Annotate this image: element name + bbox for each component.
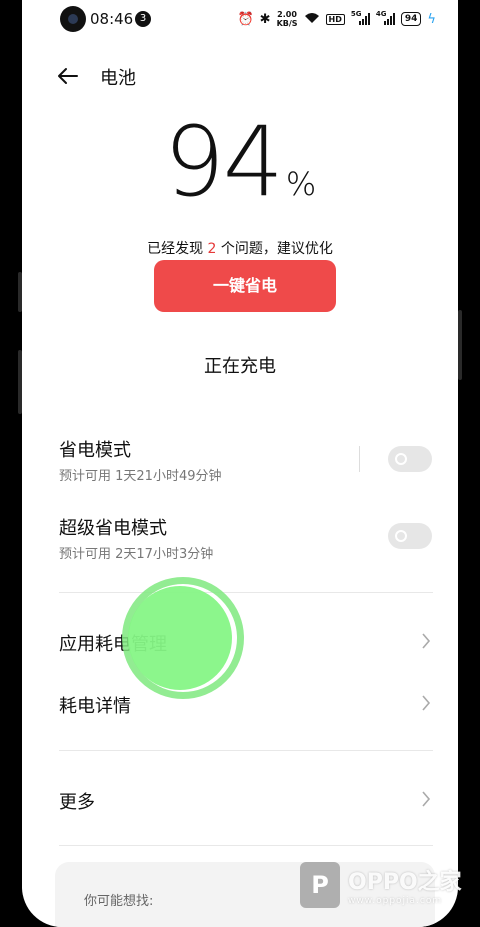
section-divider: [59, 592, 433, 593]
battery-settings-screen: 08:46 3 ⏰ ✱ 2.00 KB/S HD 5G 4G 94 ϟ 电池 9…: [22, 0, 458, 927]
toggle-knob: [395, 530, 407, 542]
watermark-text: OPPO之家 www.oppojia.com: [348, 864, 462, 906]
status-icons: ⏰ ✱ 2.00 KB/S HD 5G 4G 94 ϟ: [237, 8, 436, 30]
chevron-right-icon: [422, 791, 431, 807]
network-speed: 2.00 KB/S: [277, 10, 298, 28]
status-time: 08:46: [90, 10, 134, 28]
tap-indicator-dot: [128, 586, 232, 690]
super-power-saving-mode-title: 超级省电模式: [59, 518, 167, 539]
super-power-saving-mode-toggle[interactable]: [388, 523, 432, 549]
charging-status: 正在充电: [204, 356, 276, 377]
back-arrow-icon[interactable]: [56, 64, 80, 88]
power-saving-mode-toggle[interactable]: [388, 446, 432, 472]
power-button: [458, 310, 462, 380]
signal-sim1-icon: 5G: [350, 10, 370, 25]
network-speed-value: 2.00: [277, 10, 297, 19]
toggle-knob: [395, 453, 407, 465]
watermark-url: www.oppojia.com: [348, 896, 443, 906]
status-bar: 08:46 3 ⏰ ✱ 2.00 KB/S HD 5G 4G 94 ϟ: [22, 0, 458, 40]
issues-prefix: 已经发现: [147, 241, 208, 257]
watermark: P OPPO之家 www.oppojia.com: [300, 862, 462, 908]
more-item[interactable]: 更多: [59, 788, 95, 814]
battery-percentage-value: 94: [163, 106, 284, 218]
one-tap-save-button[interactable]: 一键省电: [154, 260, 336, 312]
chevron-right-icon: [422, 633, 431, 649]
section-divider: [59, 845, 433, 846]
battery-percentage: 94%: [22, 106, 458, 218]
chevron-right-icon: [422, 695, 431, 711]
wifi-icon: [304, 12, 320, 27]
super-power-saving-mode-estimate: 预计可用 2天17小时3分钟: [59, 547, 214, 562]
network-speed-unit: KB/S: [276, 19, 298, 28]
issues-suffix: 个问题，建议优化: [216, 241, 333, 257]
section-divider: [59, 750, 433, 751]
bluetooth-icon: ✱: [259, 11, 271, 27]
sim2-network-label: 4G: [375, 10, 387, 18]
vertical-divider: [359, 446, 360, 472]
battery-status-icon: 94: [400, 12, 422, 26]
hd-voice-icon: HD: [325, 13, 345, 25]
power-saving-mode-title: 省电模式: [59, 440, 131, 461]
watermark-logo: P: [300, 862, 340, 908]
signal-sim2-icon: 4G: [375, 10, 395, 25]
watermark-brand: OPPO之家: [348, 870, 462, 895]
charging-bolt-icon: ϟ: [427, 11, 436, 27]
power-details-item[interactable]: 耗电详情: [59, 692, 131, 718]
front-camera: [60, 6, 86, 32]
page-title: 电池: [100, 68, 136, 89]
alarm-icon: ⏰: [237, 11, 254, 27]
phone-frame: 08:46 3 ⏰ ✱ 2.00 KB/S HD 5G 4G 94 ϟ 电池 9…: [0, 0, 480, 927]
suggestions-label: 你可能想找:: [84, 894, 154, 909]
issues-found-text: 已经发现 2 个问题，建议优化: [22, 238, 458, 258]
percent-sign: %: [285, 165, 317, 203]
notification-count-badge: 3: [135, 11, 151, 27]
power-saving-mode-estimate: 预计可用 1天21小时49分钟: [59, 469, 222, 484]
sim1-network-label: 5G: [350, 10, 362, 18]
